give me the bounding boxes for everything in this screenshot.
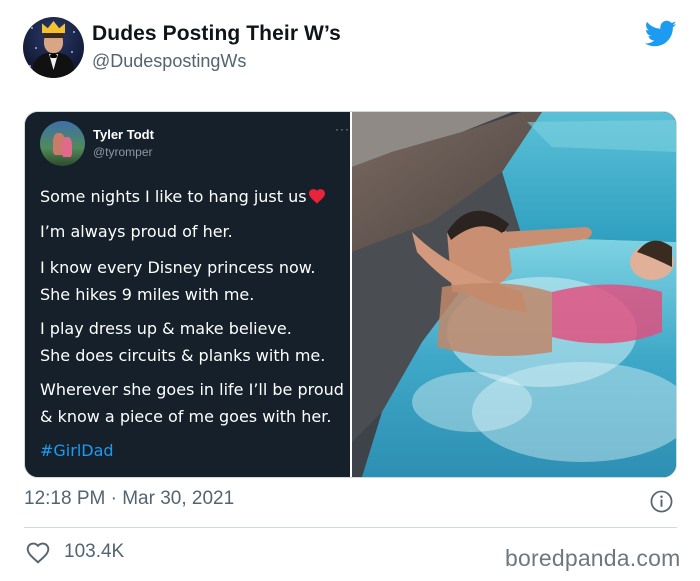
girldad-hashtag: #GirlDad (40, 441, 114, 460)
twitter-bird-icon[interactable] (645, 20, 677, 48)
boredpanda-watermark: boredpanda.com (505, 545, 681, 571)
embedded-tweet-line: I’m always proud of her. (40, 222, 233, 241)
action-divider (24, 527, 677, 528)
author-display-name[interactable]: Dudes Posting Their W’s (92, 22, 341, 46)
embedded-tweet-screenshot: Tyler Todt @tyromper ··· Some nights I l… (25, 112, 350, 477)
embedded-tweet-line: & know a piece of me goes with her. (40, 407, 332, 426)
tweet-header: Dudes Posting Their W’s @DudespostingWs (0, 0, 700, 100)
like-count[interactable]: 103.4K (64, 541, 124, 563)
embedded-tweet-line: She does circuits & planks with me. (40, 346, 326, 365)
embedded-tweet-line: I know every Disney princess now. (40, 258, 316, 277)
hot-tub-photo (352, 112, 676, 477)
embedded-tweet-line: Wherever she goes in life I’ll be proud (40, 380, 344, 399)
crown-icon (42, 21, 65, 33)
more-options-icon: ··· (335, 122, 350, 136)
tweet-timestamp[interactable]: 12:18 PM · Mar 30, 2021 (24, 488, 234, 510)
embedded-author-name: Tyler Todt (93, 127, 154, 142)
info-icon[interactable] (650, 490, 673, 513)
author-avatar[interactable] (23, 17, 84, 78)
embedded-author-avatar (40, 121, 85, 166)
embedded-tweet-line: Some nights I like to hang just us (40, 187, 325, 206)
tweet-media[interactable]: Tyler Todt @tyromper ··· Some nights I l… (24, 111, 677, 478)
embedded-tweet-line: She hikes 9 miles with me. (40, 285, 255, 304)
embedded-tweet-line: I play dress up & make believe. (40, 319, 292, 338)
red-heart-icon (308, 189, 325, 204)
heart-icon[interactable] (26, 542, 50, 564)
embedded-author-handle: @tyromper (93, 145, 153, 159)
author-handle[interactable]: @DudespostingWs (92, 51, 246, 72)
